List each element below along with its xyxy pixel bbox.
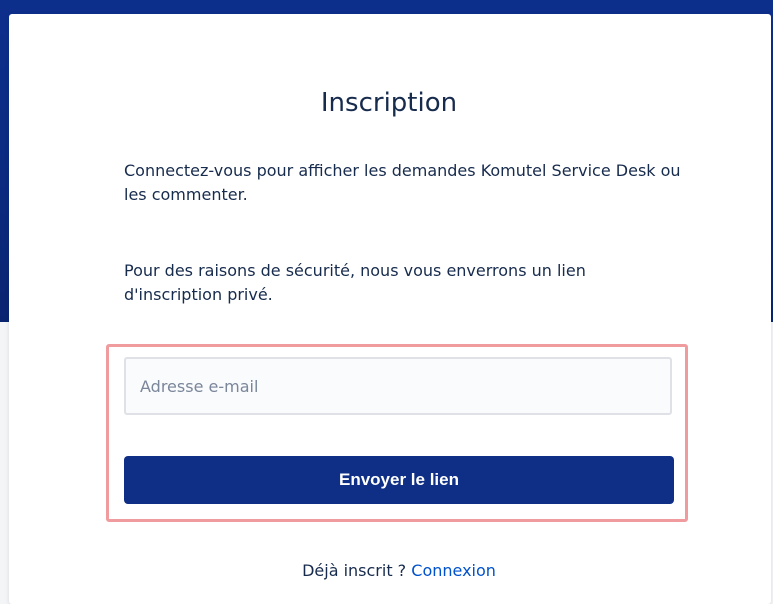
login-link[interactable]: Connexion — [411, 561, 496, 580]
already-registered-text: Déjà inscrit ? — [302, 561, 407, 580]
intro-text: Connectez-vous pour afficher les demande… — [124, 161, 681, 204]
login-prompt: Déjà inscrit ? Connexion — [0, 561, 773, 580]
security-note: Pour des raisons de sécurité, nous vous … — [124, 261, 586, 304]
page-title: Inscription — [320, 88, 458, 118]
email-field[interactable] — [124, 357, 672, 415]
send-link-button[interactable]: Envoyer le lien — [124, 456, 674, 504]
